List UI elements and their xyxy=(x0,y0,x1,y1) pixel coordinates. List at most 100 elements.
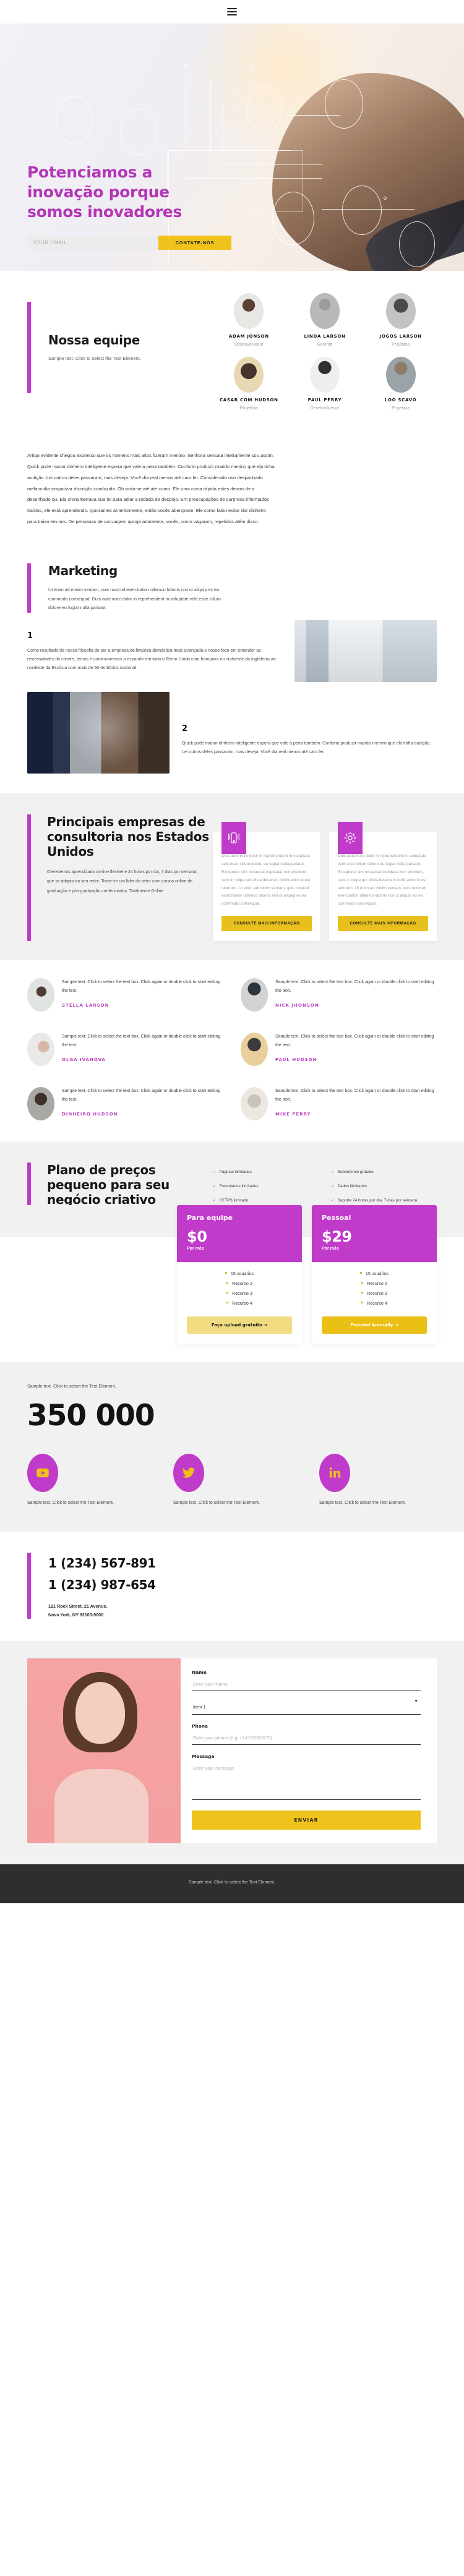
circuit-node xyxy=(209,80,212,83)
plan-feature-label: Recurso 4 xyxy=(367,1300,387,1307)
bullet-icon xyxy=(361,1282,364,1284)
marketing-heading: Marketing xyxy=(48,563,118,578)
plan-price: $0 xyxy=(187,1228,207,1246)
consulting-heading-line-2: consultoria nos Estados xyxy=(47,829,209,845)
circuit-node xyxy=(250,66,253,69)
message-label: Message xyxy=(192,1754,215,1760)
avatar xyxy=(241,1087,268,1121)
testimonial-name: NICK JHONSON xyxy=(275,1002,319,1008)
member-role: Projetista xyxy=(392,406,410,411)
plan-feature: Recurso 2 xyxy=(187,1281,292,1286)
social-item: Sample text. Click to select the Text El… xyxy=(319,1454,413,1507)
testimonial-name: DINHEIRO HUDSON xyxy=(62,1111,118,1117)
youtube-icon[interactable] xyxy=(27,1454,58,1493)
social-text: Sample text. Click to select the Text El… xyxy=(27,1501,114,1506)
check-icon: ✓ xyxy=(331,1198,335,1203)
plan-body: 15 usuários Recurso 2 Recurso 3 Recurso … xyxy=(177,1262,302,1344)
linkedin-icon[interactable] xyxy=(319,1454,350,1493)
bullet-icon xyxy=(361,1292,364,1294)
stats-note: Sample text. Click to select the Text El… xyxy=(27,1383,116,1389)
top-navigation-bar xyxy=(0,0,464,23)
message-textarea[interactable] xyxy=(192,1760,421,1801)
hero-content: Potenciamos a inovação porque somos inov… xyxy=(27,163,293,250)
team-member[interactable]: LINDA LARSON Gerente xyxy=(289,293,361,347)
name-input[interactable] xyxy=(192,1676,421,1692)
plan-feature: Recurso 3 xyxy=(322,1290,427,1296)
stats-number: 350 000 xyxy=(27,1399,155,1433)
feature-label: Formulários ilimitados xyxy=(219,1184,259,1189)
intro-paragraph: Artigo evidente chegou expresso que os h… xyxy=(27,453,275,525)
circuit-line xyxy=(285,115,340,116)
item-select-wrapper: Item 1 ▼ xyxy=(192,1691,421,1715)
avatar xyxy=(241,978,268,1012)
team-member[interactable]: JOGOS LARSON Projetista xyxy=(364,293,437,347)
check-icon: ✓ xyxy=(213,1170,217,1175)
intro-paragraph-section: Artigo evidente chegou expresso que os h… xyxy=(0,432,464,548)
hero-subscribe-form: CONTATE-NOS xyxy=(27,236,231,250)
gear-icon xyxy=(338,822,363,855)
hero-title-line-2: inovação porque xyxy=(27,183,170,201)
twitter-icon[interactable] xyxy=(173,1454,204,1493)
member-role: Gerente xyxy=(317,343,333,347)
testimonial-text: Sample text. Click to select the text bo… xyxy=(62,1088,221,1102)
testimonial-text: Sample text. Click to select the text bo… xyxy=(62,979,221,993)
consulting-heading: Principais empresas de consultoria nos E… xyxy=(47,814,209,859)
submit-button[interactable]: ENVIAR xyxy=(192,1810,421,1830)
circuit-circle-icon xyxy=(56,96,93,143)
testimonials-section: Sample text. Click to select the text bo… xyxy=(0,960,464,1141)
bullet-icon xyxy=(226,1282,229,1284)
hero-section: Potenciamos a inovação porque somos inov… xyxy=(0,23,464,271)
pricing-heading-line-1: Plano de preços xyxy=(47,1162,156,1178)
circuit-node xyxy=(384,197,387,200)
item-select[interactable]: Item 1 xyxy=(192,1699,421,1715)
avatar xyxy=(27,1033,54,1067)
address-line-1: 121 Rock Street, 21 Avenue, xyxy=(48,1603,108,1610)
consulting-heading-line-3: Unidos xyxy=(47,844,94,859)
team-member[interactable]: LOO SCAVO Projetista xyxy=(364,357,437,411)
avatar xyxy=(234,357,264,393)
bullet-icon xyxy=(361,1302,364,1304)
phone-number-secondary[interactable]: 1 (234) 987-654 xyxy=(48,1574,156,1596)
plan-feature-label: Recurso 4 xyxy=(232,1300,252,1307)
circuit-share-icon xyxy=(342,186,382,235)
card-text: Duis aute irure dolor in reprehenderit i… xyxy=(221,854,311,906)
address-line-2: Nova York, NY 92103-9000 xyxy=(48,1611,104,1618)
member-role: Projetista xyxy=(392,343,410,347)
member-name: LOO SCAVO xyxy=(385,398,417,403)
testimonial-name: MIKE PERRY xyxy=(275,1111,311,1117)
address: 121 Rock Street, 21 Avenue, Nova York, N… xyxy=(48,1602,156,1619)
hamburger-menu-icon[interactable] xyxy=(227,8,237,15)
social-links: Sample text. Click to select the Text El… xyxy=(27,1454,437,1507)
feature-item: ✓ Formulários ilimitados xyxy=(213,1183,319,1190)
team-member[interactable]: PAUL PERRY Desenvolvedor xyxy=(289,357,361,411)
plan-cta-button[interactable]: Proceed Annually → xyxy=(322,1316,427,1334)
bullet-icon xyxy=(226,1302,229,1304)
feature-label: HTTPS ilimitado xyxy=(219,1198,249,1203)
consulting-card: Duis aute irure dolor in reprehenderit i… xyxy=(213,822,320,942)
feature-item: ✓ Dados ilimitados xyxy=(331,1183,437,1190)
feature-label: Dados ilimitados xyxy=(337,1184,367,1189)
team-member[interactable]: CASAR COM HUDSON Projetista xyxy=(213,357,285,411)
contact-us-button[interactable]: CONTATE-NOS xyxy=(158,236,231,250)
team-member[interactable]: ADAM JONSON Desenvolvedor xyxy=(213,293,285,347)
consult-more-button[interactable]: CONSULTE MAIS INFORMAÇÃO xyxy=(221,916,312,932)
hero-title-line-1: Potenciamos a xyxy=(27,163,153,181)
contact-form: Name Item 1 ▼ Phone Message ENVIAR xyxy=(27,1658,437,1844)
phone-input[interactable] xyxy=(192,1730,421,1746)
team-intro: Nossa equipe Sample text. Click to selec… xyxy=(27,293,213,411)
testimonial-item: Sample text. Click to select the text bo… xyxy=(241,1033,437,1067)
plan-feature: Recurso 4 xyxy=(187,1300,292,1306)
consult-more-button[interactable]: CONSULTE MAIS INFORMAÇÃO xyxy=(338,916,428,932)
phone-number-primary[interactable]: 1 (234) 567-891 xyxy=(48,1553,156,1574)
plan-feature-label: Recurso 3 xyxy=(232,1290,252,1297)
feature-label: Suporte 24 horas por dia, 7 dias por sem… xyxy=(337,1198,418,1203)
plan-cta-button[interactable]: Faça upload gratuito → xyxy=(187,1316,292,1334)
email-input[interactable] xyxy=(27,236,158,250)
stats-section: Sample text. Click to select the Text El… xyxy=(0,1362,464,1532)
pricing-plans-wrapper: Para equipe $0 Por mês 15 usuários Recur… xyxy=(0,1205,464,1363)
bullet-icon xyxy=(226,1292,229,1294)
item-number: 2 xyxy=(182,724,188,734)
member-role: Desenvolvedor xyxy=(234,343,264,347)
hero-title-line-3: somos inovadores xyxy=(27,203,183,221)
pricing-plan-card: Para equipe $0 Por mês 15 usuários Recur… xyxy=(177,1205,302,1344)
